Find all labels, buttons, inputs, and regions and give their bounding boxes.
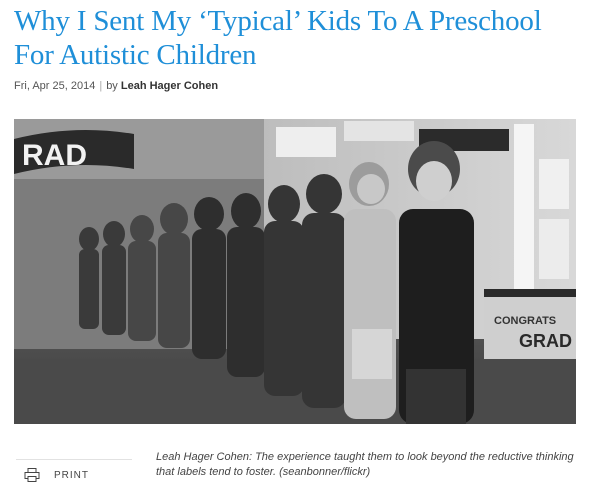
sign-text-congrats: CONGRATS bbox=[494, 315, 556, 327]
banner-text: RAD bbox=[22, 139, 87, 172]
article-date: Fri, Apr 25, 2014 bbox=[14, 80, 96, 92]
photo-caption: Leah Hager Cohen: The experience taught … bbox=[156, 451, 574, 478]
printer-icon bbox=[24, 468, 40, 482]
article-photo: RAD CONGRATS GRAD bbox=[14, 119, 576, 424]
byline: Fri, Apr 25, 2014 | by Leah Hager Cohen bbox=[14, 80, 218, 92]
byline-prefix: by bbox=[106, 80, 118, 92]
print-label: PRINT bbox=[54, 469, 89, 481]
author-link[interactable]: Leah Hager Cohen bbox=[121, 80, 218, 92]
byline-separator: | bbox=[99, 80, 103, 92]
article-headline: Why I Sent My ‘Typical’ Kids To A Presch… bbox=[14, 5, 542, 71]
sign-text-grad: GRAD bbox=[519, 331, 572, 351]
print-button[interactable]: PRINT bbox=[16, 459, 132, 490]
photo-illustration: RAD CONGRATS GRAD bbox=[14, 119, 576, 424]
